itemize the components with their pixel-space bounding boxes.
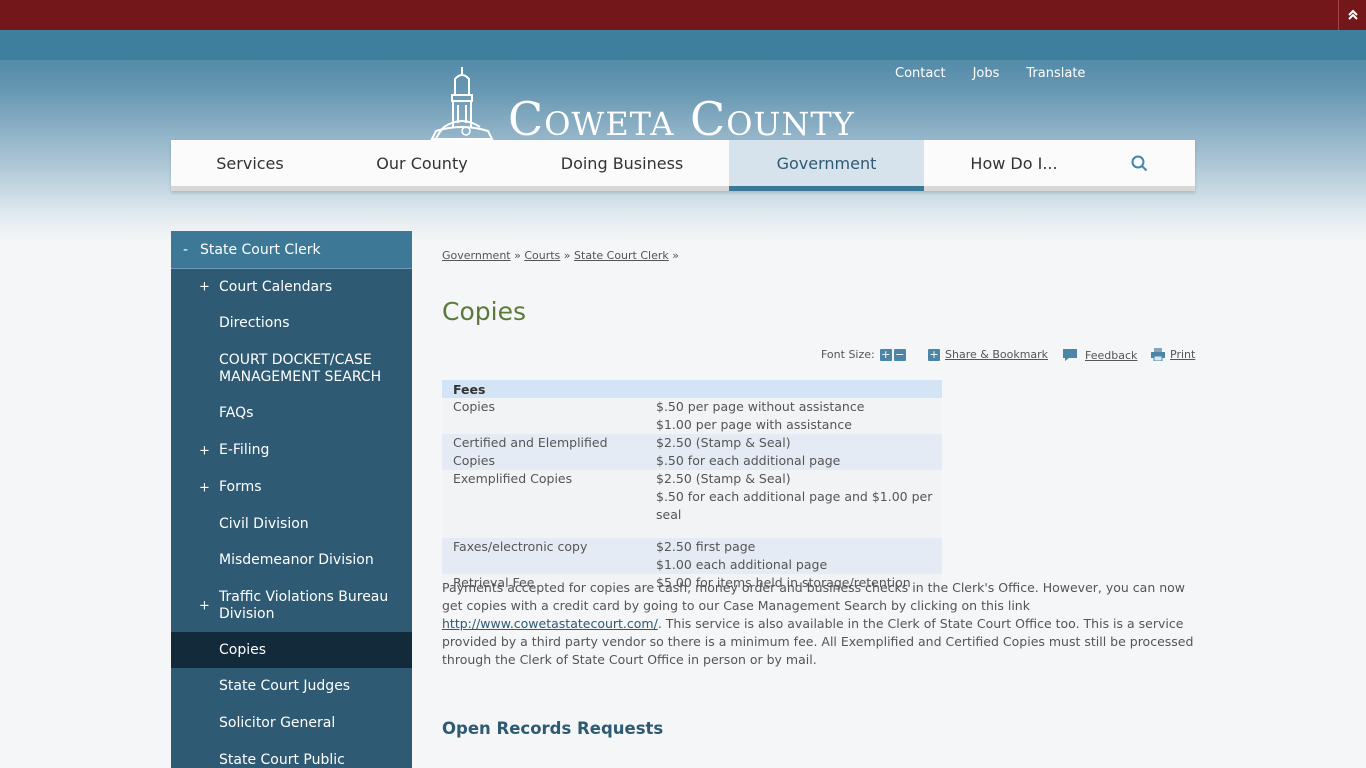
expand-icon[interactable]: + (199, 479, 210, 496)
sidebar-item-directions[interactable]: Directions (171, 305, 412, 342)
fee-line: $2.50 (Stamp & Seal) (656, 471, 791, 486)
fee-amount: $2.50 (Stamp & Seal) $.50 for each additi… (645, 470, 942, 538)
sidebar-item-label: FAQs (219, 405, 254, 421)
print[interactable]: Print (1151, 348, 1195, 361)
fee-item: Exemplified Copies (442, 470, 645, 538)
sidebar-item-label: Copies (219, 641, 267, 658)
share-bookmark-link[interactable]: Share & Bookmark (945, 348, 1048, 361)
table-row: Certified and Elemplified Copies $2.50 (… (442, 434, 942, 470)
sidebar-item-label: State Court Public (219, 752, 345, 768)
expand-icon[interactable]: + (199, 442, 210, 459)
logo-text: Coweta County (508, 92, 855, 146)
fee-line: $2.50 first page (656, 539, 756, 554)
sidebar-heading[interactable]: - State Court Clerk (171, 231, 412, 269)
main-nav: Services Our County Doing Business Gover… (171, 140, 1195, 191)
fee-line: $.50 for each additional page (656, 453, 841, 468)
fee-amount: $2.50 (Stamp & Seal) $.50 for each additi… (645, 434, 942, 470)
sidebar-item-label: Misdemeanor Division (219, 552, 374, 568)
payment-text: Payments accepted for copies are cash, m… (442, 580, 1186, 613)
expand-icon[interactable]: + (199, 597, 210, 614)
print-link[interactable]: Print (1170, 348, 1195, 361)
top-bar (0, 0, 1366, 30)
sidebar-item-court-docket[interactable]: COURT DOCKET/CASE MANAGEMENT SEARCH (171, 342, 412, 395)
fee-line: $1.00 per page with assistance (656, 417, 852, 432)
sidebar-item-court-calendars[interactable]: + Court Calendars (171, 269, 412, 305)
translate-link[interactable]: Translate (1026, 66, 1085, 81)
sidebar-item-misdemeanor-division[interactable]: Misdemeanor Division (171, 542, 412, 579)
table-row: Faxes/electronic copy $2.50 first page $1… (442, 538, 942, 574)
sidebar-item-label: State Court Judges (219, 678, 351, 694)
jobs-link[interactable]: Jobs (973, 66, 1000, 81)
font-decrease-icon[interactable]: − (893, 348, 906, 361)
fee-item: Copies (442, 398, 645, 434)
nav-services[interactable]: Services (171, 140, 329, 186)
sidebar-item-state-court-judges[interactable]: State Court Judges (171, 668, 412, 705)
sidebar-item-label: Solicitor General (219, 715, 336, 731)
table-row: Copies $.50 per page without assistance $… (442, 398, 942, 434)
collapse-icon[interactable]: - (183, 242, 200, 258)
search-icon (1131, 155, 1148, 171)
table-row: Exemplified Copies $2.50 (Stamp & Seal) $… (442, 470, 942, 538)
print-icon (1151, 348, 1165, 361)
scroll-up-icon[interactable] (1338, 0, 1366, 30)
fee-line: $1.00 each additional page (656, 557, 828, 572)
fee-line: $2.50 (Stamp & Seal) (656, 435, 791, 450)
sidebar-item-label: Civil Division (219, 515, 309, 532)
breadcrumb-separator: » (672, 249, 679, 262)
sidebar-item-label: Traffic Violations Bureau Division (219, 588, 389, 622)
fee-item: Faxes/electronic copy (442, 538, 645, 574)
sidebar-title: State Court Clerk (200, 241, 321, 258)
expand-icon[interactable]: + (199, 279, 210, 296)
payment-paragraph: Payments accepted for copies are cash, m… (442, 579, 1198, 669)
sidebar-item-label: COURT DOCKET/CASE MANAGEMENT SEARCH (219, 351, 382, 385)
breadcrumb-government[interactable]: Government (442, 249, 511, 262)
sidebar-item-label: Forms (219, 479, 262, 495)
share-icon: + (928, 347, 940, 361)
sidebar-item-state-court-public[interactable]: State Court Public (171, 742, 412, 768)
site-header: Contact Jobs Translate Coweta County (0, 30, 1366, 242)
feedback-icon (1063, 349, 1077, 361)
font-size-label: Font Size: (821, 348, 875, 361)
sidebar-item-solicitor-general[interactable]: Solicitor General (171, 705, 412, 742)
nav-government[interactable]: Government (729, 140, 924, 191)
nav-our-county[interactable]: Our County (329, 140, 515, 186)
nav-doing-business[interactable]: Doing Business (515, 140, 729, 186)
sidebar-item-label: Court Calendars (219, 278, 333, 295)
sidebar-item-e-filing[interactable]: + E-Filing (171, 432, 412, 469)
page-title: Copies (442, 297, 526, 326)
sidebar-item-label: Directions (219, 315, 290, 331)
nav-how-do-i[interactable]: How Do I... (924, 140, 1104, 186)
fee-line: $.50 per page without assistance (656, 399, 865, 414)
breadcrumb-separator: » (563, 249, 571, 262)
fees-table: Fees Copies $.50 per page without assist… (442, 380, 942, 592)
font-increase-icon[interactable]: + (879, 348, 892, 361)
feedback[interactable]: Feedback (1062, 348, 1137, 362)
font-size-control: Font Size: + − (821, 348, 906, 361)
sidebar: - State Court Clerk + Court Calendars Di… (171, 231, 412, 768)
breadcrumb-courts[interactable]: Courts (524, 249, 560, 262)
fee-line: $.50 for each additional page and $1.00 … (656, 489, 933, 522)
breadcrumb-separator: » (514, 249, 521, 262)
page-tools: Font Size: + − + Share & Bookmark Feedba… (442, 347, 1195, 363)
breadcrumb: Government » Courts » State Court Clerk … (442, 249, 679, 262)
feedback-link[interactable]: Feedback (1085, 349, 1137, 362)
sidebar-item-traffic-violations[interactable]: + Traffic Violations Bureau Division (171, 579, 412, 632)
fee-item: Certified and Elemplified Copies (442, 434, 645, 470)
fee-line-spacer (656, 524, 936, 538)
case-management-link[interactable]: http://www.cowetastatecourt.com/ (442, 616, 658, 631)
search-button[interactable] (1104, 140, 1175, 186)
sidebar-item-forms[interactable]: + Forms (171, 469, 412, 506)
breadcrumb-state-court-clerk[interactable]: State Court Clerk (574, 249, 669, 262)
sidebar-item-civil-division[interactable]: Civil Division (171, 506, 412, 542)
fees-table-header: Fees (442, 380, 942, 398)
sidebar-item-label: E-Filing (219, 442, 270, 458)
fee-amount: $.50 per page without assistance $1.00 pe… (645, 398, 942, 434)
open-records-heading: Open Records Requests (442, 719, 664, 738)
fee-amount: $2.50 first page $1.00 each additional pa… (645, 538, 942, 574)
sidebar-item-faqs[interactable]: FAQs (171, 395, 412, 432)
sidebar-item-copies[interactable]: Copies (171, 632, 412, 668)
share-bookmark[interactable]: + Share & Bookmark (928, 348, 1048, 361)
